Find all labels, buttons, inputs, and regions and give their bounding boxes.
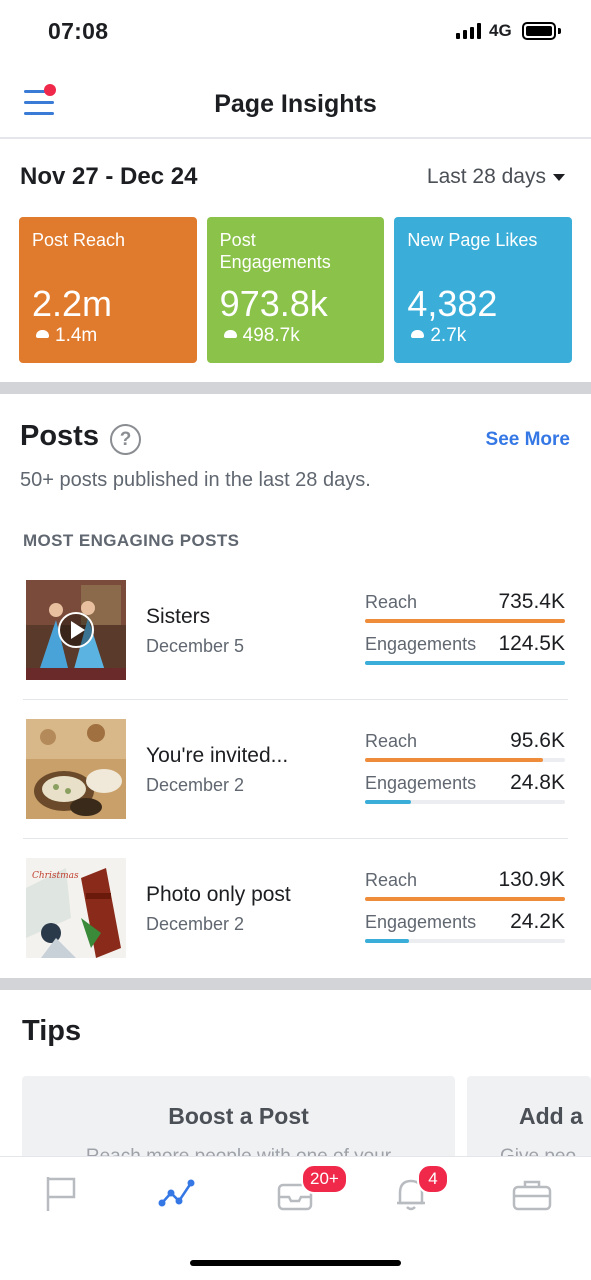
trend-up-icon: [36, 330, 49, 338]
engagements-bar-fill: [365, 800, 411, 804]
period-dropdown[interactable]: Last 28 days: [427, 165, 565, 189]
stat-value: 4,382: [407, 283, 498, 324]
stat-value: 2.2m: [32, 283, 113, 324]
insights-icon[interactable]: [157, 1173, 197, 1213]
stat-delta: 2.7k: [411, 325, 466, 347]
reach-bar-fill: [365, 758, 543, 762]
stat-card-post-engagements[interactable]: Post Engagements 973.8k 498.7k: [206, 217, 385, 363]
reach-bar-fill: [365, 897, 565, 901]
tips-title: Tips: [22, 1015, 82, 1047]
stat-value: 973.8k: [219, 283, 328, 324]
trend-up-icon: [411, 330, 425, 338]
stat-label: New Page Likes: [407, 230, 538, 250]
post-date: December 2: [146, 914, 245, 934]
stat-delta: 1.4m: [36, 325, 97, 347]
stat-cards: Post Reach 2.2m 1.4m Post Engagements 97…: [19, 217, 573, 363]
reach-value: 735.4K: [498, 590, 565, 613]
engagements-label: Engagements: [365, 912, 477, 932]
date-range: Nov 27 - Dec 24: [20, 163, 198, 190]
notifications-badge: 4: [417, 1164, 449, 1194]
reach-bar: [365, 619, 565, 623]
stat-card-post-reach[interactable]: Post Reach 2.2m 1.4m: [19, 217, 197, 363]
post-name: Photo only post: [146, 883, 291, 906]
page-title: Page Insights: [214, 90, 377, 118]
engagements-bar-fill: [365, 661, 565, 665]
posts-subtitle: 50+ posts published in the last 28 days.: [20, 469, 371, 491]
reach-label: Reach: [365, 592, 418, 612]
battery-icon: [522, 22, 556, 40]
engagements-value: 24.8K: [510, 771, 565, 794]
network-type: 4G: [489, 21, 512, 40]
section-divider: [0, 978, 591, 990]
signal-icon: [456, 23, 481, 39]
engagements-bar: [365, 800, 565, 804]
post-thumbnail: Christmas: [26, 858, 126, 958]
see-more-link[interactable]: See More: [486, 429, 570, 451]
section-divider: [0, 382, 591, 394]
briefcase-icon[interactable]: [512, 1173, 552, 1213]
most-engaging-label: MOST ENGAGING POSTS: [23, 531, 240, 550]
post-thumbnail: [26, 719, 126, 819]
stat-delta-value: 2.7k: [430, 325, 467, 346]
stat-card-new-page-likes[interactable]: New Page Likes 4,382 2.7k: [394, 217, 573, 363]
stat-delta-value: 1.4m: [55, 325, 98, 346]
engagements-bar-fill: [365, 939, 409, 943]
post-date: December 5: [146, 636, 245, 656]
reach-label: Reach: [365, 870, 418, 890]
status-time: 07:08: [48, 18, 109, 44]
engagements-label: Engagements: [365, 773, 477, 793]
posts-title: Posts: [20, 420, 99, 452]
tip-title: Boost a Post: [168, 1103, 309, 1129]
engagements-bar: [365, 661, 565, 665]
post-thumbnail: [26, 580, 126, 680]
caret-down-icon: [553, 173, 565, 181]
post-name: You're invited...: [146, 744, 289, 767]
post-name: Sisters: [146, 605, 211, 628]
stat-label: Post Engagements: [219, 230, 331, 272]
engagements-value: 124.5K: [498, 632, 565, 655]
engagements-bar: [365, 939, 565, 943]
thumbnail-script-text: Christmas: [32, 871, 79, 881]
post-row[interactable]: Christmas Photo only post December 2 Rea…: [23, 858, 568, 968]
reach-label: Reach: [365, 731, 418, 751]
engagements-label: Engagements: [365, 634, 477, 654]
status-bar: 07:08 4G: [0, 0, 591, 62]
tip-title: Add a: [519, 1103, 583, 1129]
stat-delta: 498.7k: [223, 325, 300, 347]
stat-label: Post Reach: [32, 230, 126, 250]
nav-header: Page Insights: [0, 62, 591, 139]
help-icon[interactable]: ?: [110, 424, 141, 455]
flag-icon[interactable]: [44, 1173, 84, 1213]
trend-up-icon: [223, 330, 237, 338]
reach-bar: [365, 897, 565, 901]
post-date: December 2: [146, 775, 245, 795]
post-row[interactable]: You're invited... December 2 Reach 95.6K…: [23, 719, 568, 839]
period-label: Last 28 days: [426, 165, 546, 188]
reach-bar: [365, 758, 565, 762]
stat-delta-value: 498.7k: [242, 325, 300, 346]
battery-tip: [558, 28, 561, 34]
engagements-value: 24.2K: [510, 910, 565, 933]
reach-bar-fill: [365, 619, 565, 623]
reach-value: 95.6K: [510, 729, 565, 752]
home-indicator: [190, 1260, 401, 1266]
reach-value: 130.9K: [498, 868, 565, 891]
inbox-badge: 20+: [301, 1164, 348, 1194]
post-row[interactable]: Sisters December 5 Reach 735.4K Engageme…: [23, 580, 568, 700]
